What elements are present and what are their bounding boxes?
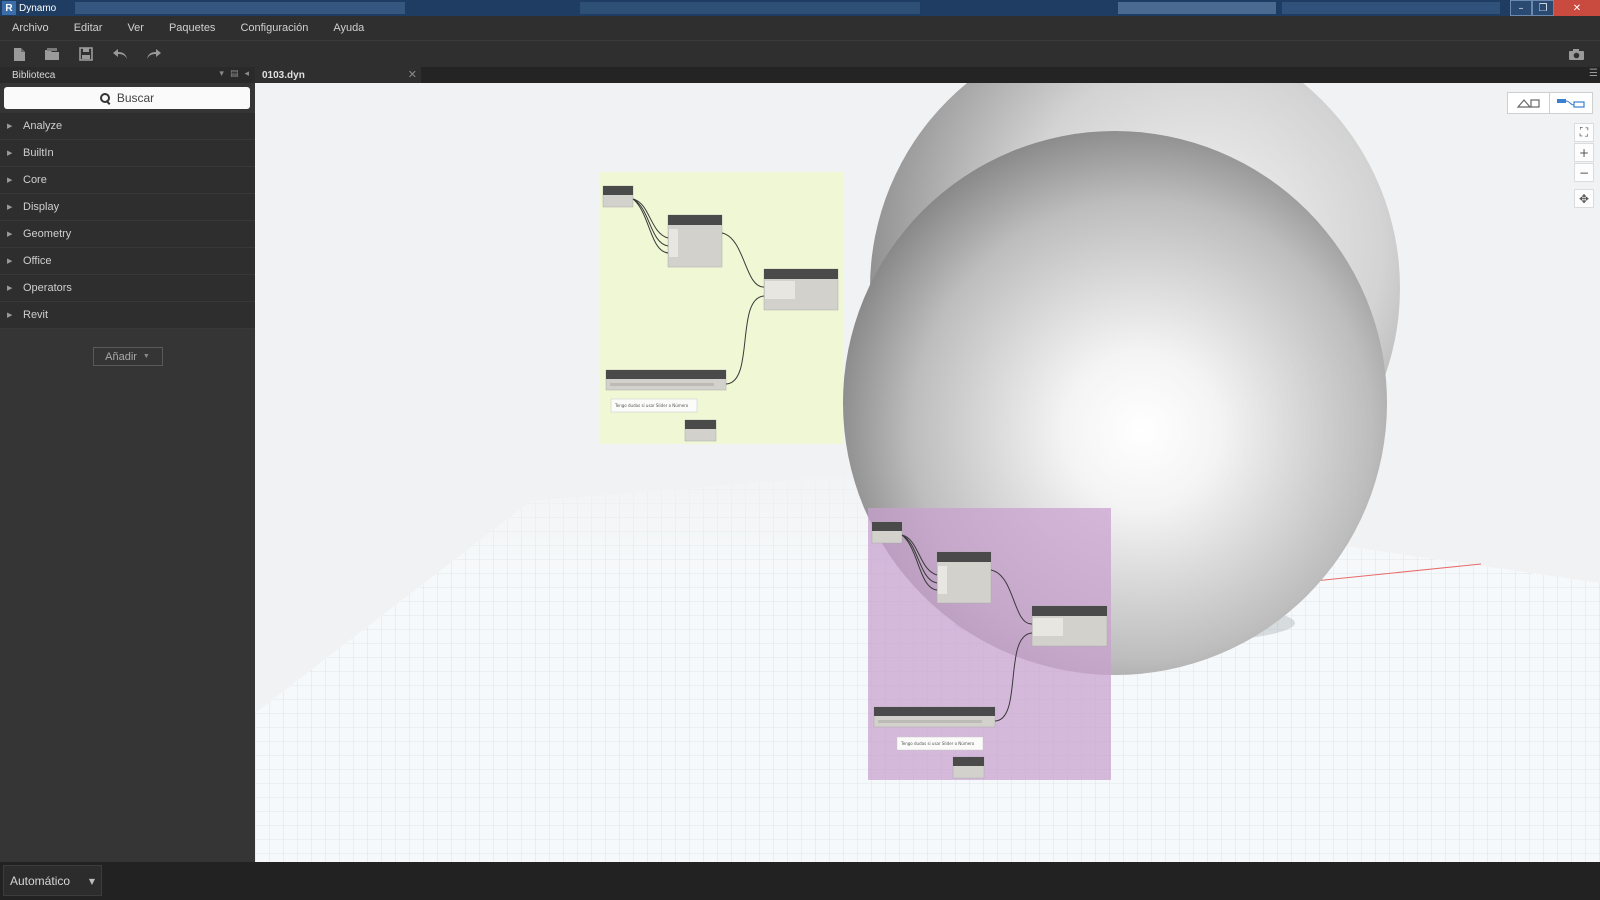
library-header-controls: ▾ ▤ ◂ [219, 69, 249, 79]
library-header: Biblioteca ▾ ▤ ◂ [0, 67, 255, 83]
save-icon[interactable] [77, 45, 95, 63]
restore-button[interactable]: ❐ [1532, 0, 1554, 16]
zoom-in-icon[interactable]: + [1574, 143, 1594, 162]
window-title: Dynamo [19, 2, 57, 14]
category-label: Geometry [23, 228, 72, 240]
camera-icon[interactable] [1567, 45, 1585, 63]
expand-arrow-icon: ▶ [7, 284, 13, 292]
minimize-button[interactable]: – [1510, 0, 1532, 16]
category-label: Revit [23, 309, 49, 321]
library-category-geometry[interactable]: ▶ Geometry [0, 221, 255, 248]
expand-arrow-icon: ▶ [7, 176, 13, 184]
library-category-list: ▶ Analyze ▶ BuiltIn ▶ Core ▶ Display ▶ Geomet… [0, 113, 255, 329]
menu-archivo[interactable]: Archivo [12, 22, 49, 34]
chevron-down-icon: ▼ [142, 353, 150, 360]
expand-arrow-icon: ▶ [7, 203, 13, 211]
library-category-analyze[interactable]: ▶ Analyze [0, 113, 255, 140]
library-category-core[interactable]: ▶ Core [0, 167, 255, 194]
tab-label: 0103.dyn [262, 69, 305, 81]
add-library-button[interactable]: Añadir ▼ [92, 347, 163, 366]
library-category-revit[interactable]: ▶ Revit [0, 302, 255, 329]
library-category-operators[interactable]: ▶ Operators [0, 275, 255, 302]
tab-0103-dyn[interactable]: 0103.dyn ✕ [255, 67, 421, 83]
zoom-controls: ⛶ + − ✥ [1574, 123, 1594, 209]
title-bar-background-blur [580, 2, 920, 14]
close-icon[interactable]: ✕ [408, 68, 417, 81]
menu-paquetes[interactable]: Paquetes [169, 22, 215, 34]
redo-icon[interactable] [145, 45, 163, 63]
category-label: Display [23, 201, 60, 213]
expand-arrow-icon: ▶ [7, 257, 13, 265]
status-bar: Automático ▼ [0, 862, 1600, 900]
expand-arrow-icon: ▶ [7, 311, 13, 319]
revit-logo-icon: R [2, 1, 16, 15]
expand-arrow-icon: ▶ [7, 149, 13, 157]
undo-icon[interactable] [111, 45, 129, 63]
group-2-note: Tengo dudas si usar Slider o Número [900, 741, 975, 746]
window-controls: – ❐ ✕ [1510, 0, 1600, 16]
workspace-tab-bar: 0103.dyn ✕ ☰ [255, 67, 1600, 83]
category-label: Analyze [23, 120, 63, 132]
graph-view-icon[interactable] [1550, 92, 1593, 114]
chevron-down-icon: ▼ [88, 877, 95, 886]
menu-ver[interactable]: Ver [127, 22, 144, 34]
zoom-out-icon[interactable]: − [1574, 163, 1594, 182]
category-label: Operators [23, 282, 72, 294]
library-category-display[interactable]: ▶ Display [0, 194, 255, 221]
expand-arrow-icon: ▶ [7, 230, 13, 238]
run-mode-dropdown[interactable]: Automático ▼ [3, 865, 102, 896]
library-category-office[interactable]: ▶ Office [0, 248, 255, 275]
run-mode-label: Automático [10, 873, 71, 888]
layout-icon[interactable]: ▤ [230, 69, 239, 79]
category-label: Core [23, 174, 47, 186]
library-category-builtin[interactable]: ▶ BuiltIn [0, 140, 255, 167]
library-search-input[interactable]: Buscar [4, 87, 250, 109]
menu-editar[interactable]: Editar [74, 22, 103, 34]
library-title: Biblioteca [12, 69, 56, 81]
menu-configuracion[interactable]: Configuración [240, 22, 308, 34]
category-label: BuiltIn [23, 147, 54, 159]
title-bar: R Dynamo – ❐ ✕ [0, 0, 1600, 16]
filter-icon[interactable]: ▾ [219, 69, 224, 79]
geometry-view-icon[interactable] [1507, 92, 1550, 114]
new-file-icon[interactable] [10, 45, 28, 63]
toolbar [0, 40, 1600, 67]
close-button[interactable]: ✕ [1554, 0, 1600, 16]
hamburger-menu-icon[interactable]: ☰ [1589, 68, 1598, 79]
title-bar-background-blur [1282, 2, 1500, 14]
title-bar-background-blur [75, 2, 405, 14]
title-bar-search-field[interactable] [1118, 2, 1276, 14]
category-label: Office [23, 255, 52, 267]
library-panel: Biblioteca ▾ ▤ ◂ Buscar ▶ Analyze ▶ BuiltI… [0, 67, 255, 862]
collapse-panel-icon[interactable]: ◂ [244, 69, 249, 79]
canvas-workspace[interactable]: Tengo dudas si usar Slider o Número Teng… [255, 83, 1600, 862]
add-label: Añadir [105, 350, 137, 363]
group-1-note: Tengo dudas si usar Slider o Número [614, 403, 689, 408]
background-3d-preview: Tengo dudas si usar Slider o Número Teng… [255, 83, 1600, 862]
pan-icon[interactable]: ✥ [1574, 189, 1594, 208]
expand-arrow-icon: ▶ [7, 122, 13, 130]
menu-ayuda[interactable]: Ayuda [333, 22, 364, 34]
open-file-icon[interactable] [43, 45, 61, 63]
zoom-fit-icon[interactable]: ⛶ [1574, 123, 1594, 142]
search-placeholder: Buscar [116, 91, 155, 105]
search-icon [99, 92, 111, 104]
view-toggle [1507, 92, 1593, 114]
menu-bar: Archivo Editar Ver Paquetes Configuració… [0, 16, 1600, 40]
